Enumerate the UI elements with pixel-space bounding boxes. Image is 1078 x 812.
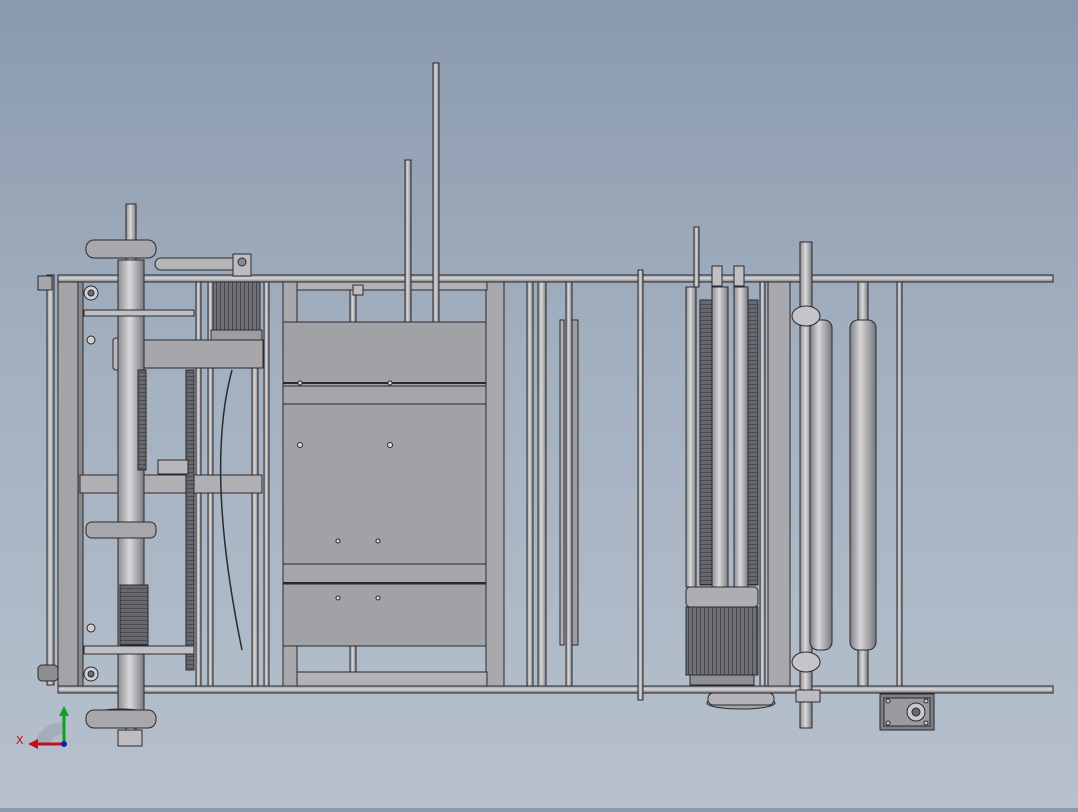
machine-drawing: X <box>16 62 1054 749</box>
servo-motor <box>210 281 263 341</box>
triad-z-axis <box>61 741 67 747</box>
gear-motor <box>879 693 935 731</box>
roller-assembly <box>791 241 877 729</box>
chain-conveyor <box>685 265 759 608</box>
frame-left-post <box>46 274 55 686</box>
triad-x-label: X <box>16 734 24 747</box>
frame-top-rail <box>57 274 1054 283</box>
coordinate-triad: X <box>16 706 69 749</box>
cad-viewport[interactable]: X <box>0 0 1078 808</box>
machine-frame <box>46 269 1054 701</box>
central-panel <box>282 284 487 647</box>
frame-bottom-rail <box>57 685 1054 694</box>
